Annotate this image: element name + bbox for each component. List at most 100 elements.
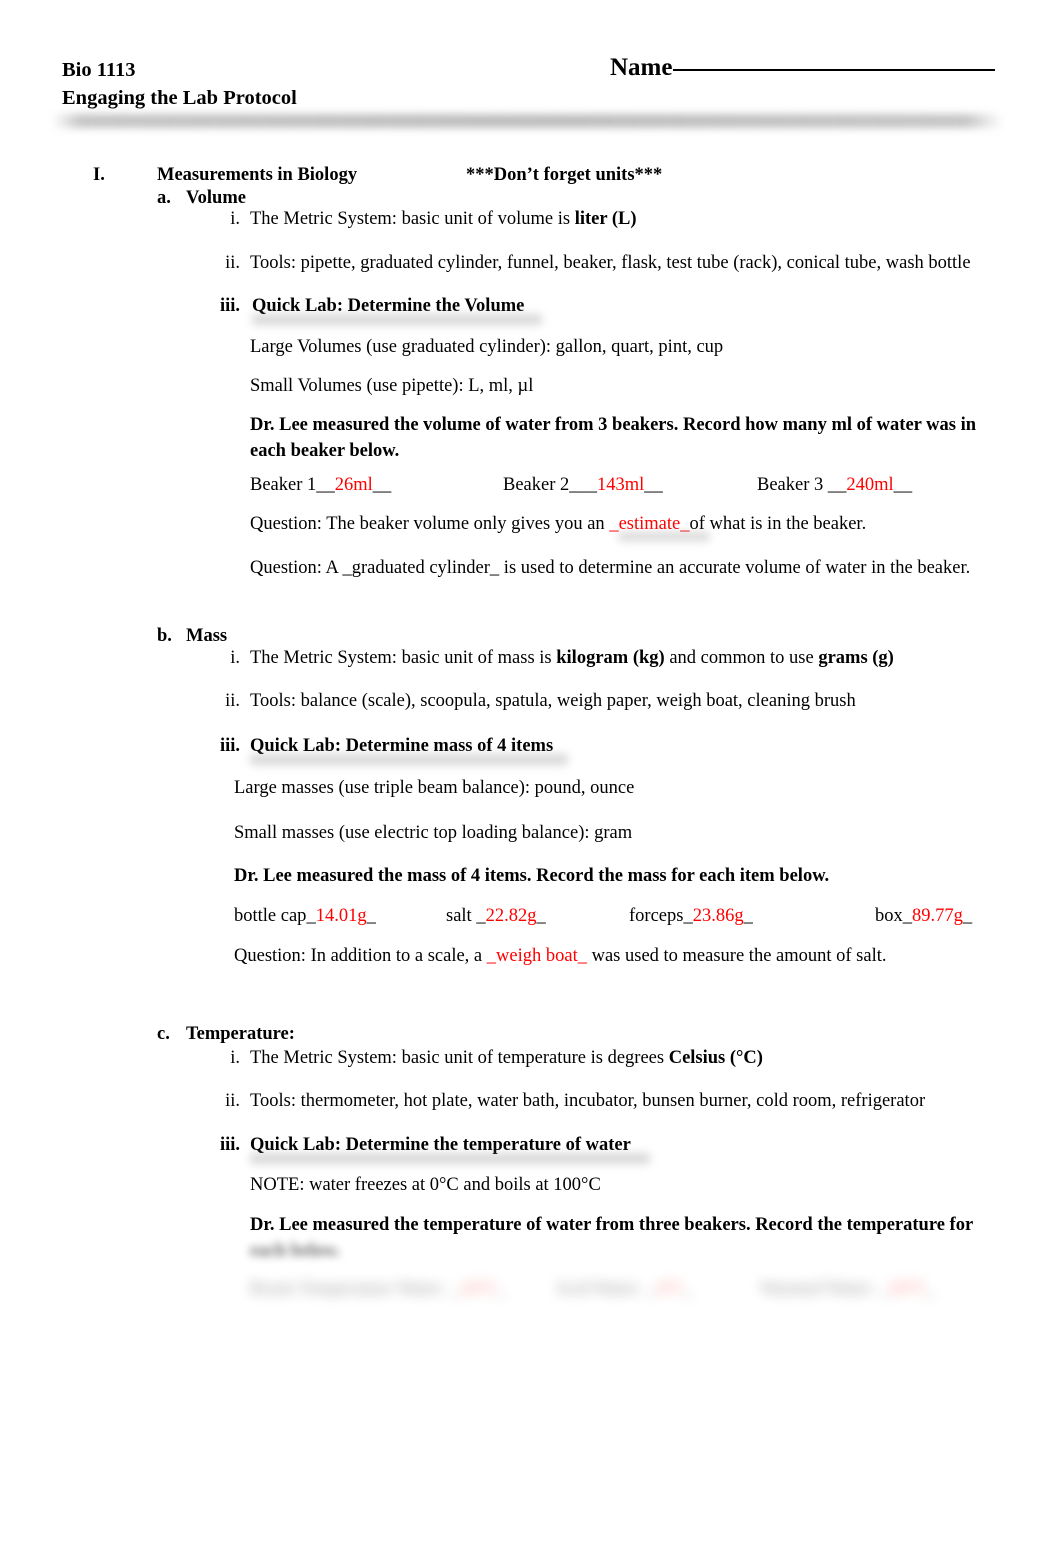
mass-unit-grams: grams (g) bbox=[818, 648, 894, 668]
temperature-entry-0-label: Room Temperature Water: bbox=[250, 1279, 451, 1299]
volume-unit-liter: liter (L) bbox=[574, 209, 637, 229]
page-title: Engaging the Lab Protocol bbox=[62, 87, 297, 109]
beaker-3-lead: __ bbox=[823, 475, 847, 495]
mass-question[interactable]: Question: In addition to a scale, a _wei… bbox=[234, 943, 887, 969]
temperature-entry-1-lead: _ bbox=[646, 1279, 656, 1299]
temperature-heading: Temperature: bbox=[186, 1024, 295, 1044]
beaker-1-value[interactable]: 26ml bbox=[335, 475, 373, 495]
temperature-quick-lab-smudge bbox=[250, 1153, 650, 1164]
mass-entry-3-value[interactable]: 89.77g bbox=[912, 906, 963, 926]
temperature-entry-0-lead: _ bbox=[450, 1279, 460, 1299]
mass-quick-lab-smudge bbox=[250, 754, 568, 765]
document-page: Bio 1113 Engaging the Lab Protocol Name … bbox=[0, 0, 1062, 1556]
volume-question-1-post: of what is in the beaker. bbox=[689, 514, 867, 534]
volume-question-1[interactable]: Question: The beaker volume only gives y… bbox=[250, 511, 866, 537]
mass-question-answer[interactable]: _weigh boat_ bbox=[487, 946, 587, 966]
beaker-2-trail: __ bbox=[644, 475, 663, 495]
volume-large: Large Volumes (use graduated cylinder): … bbox=[250, 337, 724, 357]
mass-entry-2-label: forceps bbox=[629, 906, 684, 926]
mass-entry-2-trail: _ bbox=[743, 906, 753, 926]
temperature-item-ii: Tools: thermometer, hot plate, water bat… bbox=[250, 1091, 926, 1111]
temperature-entry-iced[interactable]: Iced Water: _4°C_ bbox=[557, 1276, 694, 1302]
temperature-item-i: The Metric System: basic unit of tempera… bbox=[250, 1045, 763, 1071]
mass-entry-0-value[interactable]: 14.01g bbox=[316, 906, 367, 926]
name-label: Name bbox=[610, 54, 673, 81]
volume-prompt: Dr. Lee measured the volume of water fro… bbox=[250, 415, 977, 461]
name-field[interactable]: Name bbox=[610, 53, 996, 83]
mass-question-pre: Question: In addition to a scale, a bbox=[234, 946, 487, 966]
volume-answer-1-smudge bbox=[618, 532, 710, 541]
volume-quick-lab-smudge bbox=[252, 314, 542, 325]
mass-item-iii-marker: iii. bbox=[219, 736, 240, 756]
beaker-2-value[interactable]: 143ml bbox=[597, 475, 644, 495]
beaker-3-value[interactable]: 240ml bbox=[846, 475, 893, 495]
mass-item-ii: Tools: balance (scale), scoopula, spatul… bbox=[250, 691, 856, 711]
mass-item-i-text: The Metric System: basic unit of mass is bbox=[250, 648, 557, 668]
mass-entry-1-lead: _ bbox=[476, 906, 486, 926]
mass-entry-forceps[interactable]: forceps_23.86g_ bbox=[629, 903, 753, 929]
temperature-entry-warmed[interactable]: Warmed Water: _50°C_ bbox=[760, 1276, 937, 1302]
temperature-entry-0-value[interactable]: 24°C bbox=[460, 1279, 498, 1299]
mass-large: Large masses (use triple beam balance): … bbox=[234, 778, 635, 798]
mass-item-i-marker: i. bbox=[230, 648, 240, 668]
redacted-header-band bbox=[52, 114, 1004, 128]
name-blank-rule[interactable] bbox=[673, 69, 996, 71]
mass-marker: b. bbox=[157, 626, 172, 646]
temperature-item-ii-marker: ii. bbox=[225, 1091, 240, 1111]
temperature-note: NOTE: water freezes at 0°C and boils at … bbox=[250, 1175, 601, 1195]
volume-question-1-answer[interactable]: _estimate_ bbox=[609, 514, 689, 534]
document-header: Bio 1113 Engaging the Lab Protocol Name bbox=[52, 53, 1004, 136]
temperature-item-i-marker: i. bbox=[230, 1048, 240, 1068]
mass-entry-salt[interactable]: salt _22.82g_ bbox=[446, 903, 546, 929]
beaker-1-entry[interactable]: Beaker 1__26ml__ bbox=[250, 472, 391, 498]
temperature-prompt-line-1: Dr. Lee measured the temperature of wate… bbox=[250, 1215, 974, 1235]
volume-question-2[interactable]: Question: A _graduated cylinder_ is used… bbox=[250, 555, 970, 581]
temperature-entry-1-label: Iced Water: bbox=[557, 1279, 647, 1299]
temperature-entry-2-lead: _ bbox=[879, 1279, 890, 1299]
mass-prompt: Dr. Lee measured the mass of 4 items. Re… bbox=[234, 866, 830, 886]
temperature-unit-celsius: Celsius (°C) bbox=[668, 1048, 763, 1068]
temperature-entry-1-trail: _ bbox=[684, 1279, 695, 1299]
volume-item-i-marker: i. bbox=[230, 209, 240, 229]
beaker-2-entry[interactable]: Beaker 2___143ml__ bbox=[503, 472, 663, 498]
temperature-entry-2-label: Warmed Water: bbox=[760, 1279, 880, 1299]
temperature-item-iii-marker: iii. bbox=[219, 1135, 240, 1155]
volume-item-ii-marker: ii. bbox=[225, 253, 240, 273]
volume-item-i-text: The Metric System: basic unit of volume … bbox=[250, 209, 575, 229]
temperature-entry-room[interactable]: Room Temperature Water: _24°C_ bbox=[250, 1276, 507, 1302]
mass-entry-box[interactable]: box_89.77g_ bbox=[875, 903, 972, 929]
beaker-3-entry[interactable]: Beaker 3 __240ml__ bbox=[757, 472, 912, 498]
mass-entry-bottle-cap[interactable]: bottle cap_14.01g_ bbox=[234, 903, 376, 929]
mass-small: Small masses (use electric top loading b… bbox=[234, 823, 633, 843]
units-note: ***Don’t forget units*** bbox=[466, 165, 663, 185]
mass-entry-3-trail: _ bbox=[962, 906, 973, 926]
volume-item-ii: Tools: pipette, graduated cylinder, funn… bbox=[250, 253, 971, 273]
mass-entry-0-label: bottle cap bbox=[234, 906, 307, 926]
mass-entry-2-value[interactable]: 23.86g bbox=[693, 906, 744, 926]
volume-item-iii-marker: iii. bbox=[219, 296, 240, 316]
temperature-marker: c. bbox=[157, 1024, 170, 1044]
mass-entry-3-lead: _ bbox=[902, 906, 912, 926]
beaker-2-lead: ___ bbox=[569, 475, 598, 495]
mass-entry-1-value[interactable]: 22.82g bbox=[486, 906, 537, 926]
temperature-entry-2-value[interactable]: 50°C bbox=[889, 1279, 927, 1299]
volume-marker: a. bbox=[157, 188, 171, 208]
mass-entry-0-lead: _ bbox=[306, 906, 316, 926]
beaker-1-label: Beaker 1 bbox=[250, 475, 317, 495]
temperature-entry-1-value[interactable]: 4°C bbox=[656, 1279, 685, 1299]
temperature-entry-2-trail: _ bbox=[927, 1279, 937, 1299]
mass-item-i-mid: and common to use bbox=[664, 648, 819, 668]
mass-entry-3-label: box bbox=[875, 906, 903, 926]
beaker-3-trail: __ bbox=[893, 475, 913, 495]
section-numeral: I. bbox=[93, 165, 105, 185]
mass-entry-1-trail: _ bbox=[536, 906, 546, 926]
course-code: Bio 1113 bbox=[62, 59, 136, 81]
beaker-3-label: Beaker 3 bbox=[757, 475, 824, 495]
volume-item-i: The Metric System: basic unit of volume … bbox=[250, 206, 637, 232]
temperature-item-i-text: The Metric System: basic unit of tempera… bbox=[250, 1048, 669, 1068]
mass-item-i: The Metric System: basic unit of mass is… bbox=[250, 645, 894, 671]
mass-unit-kilogram: kilogram (kg) bbox=[556, 648, 665, 668]
mass-question-post: was used to measure the amount of salt. bbox=[586, 946, 887, 966]
beaker-1-trail: __ bbox=[372, 475, 392, 495]
mass-entry-0-trail: _ bbox=[366, 906, 376, 926]
